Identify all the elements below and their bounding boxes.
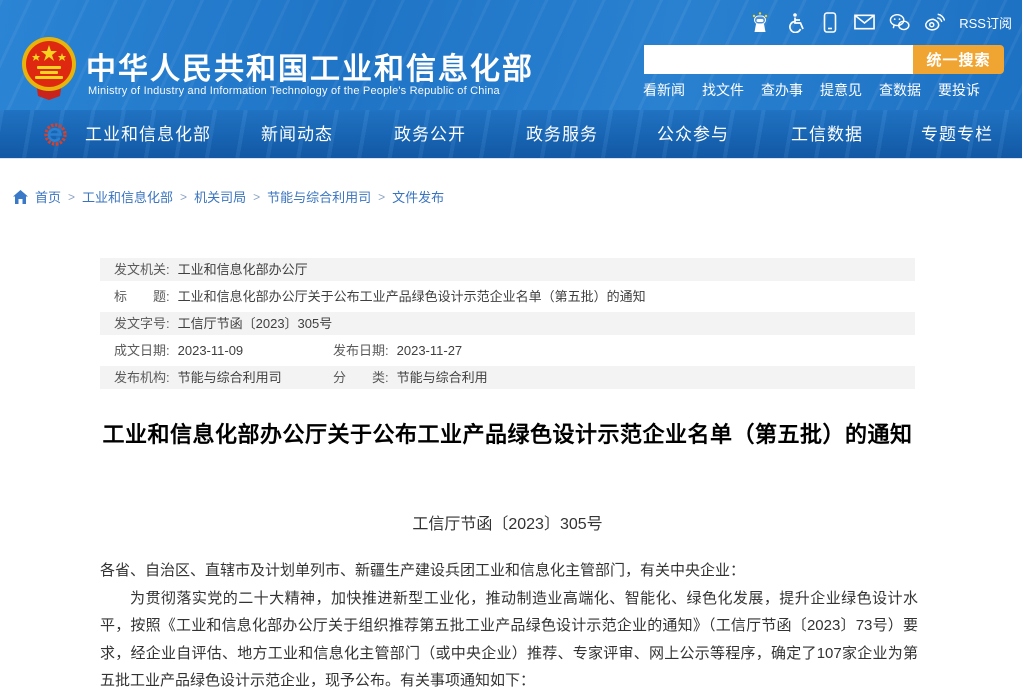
search-input[interactable] <box>644 45 913 74</box>
meta-label: 发文字号: <box>114 312 170 335</box>
meta-label: 发布机构: <box>114 366 170 389</box>
search-bar: 统一搜索 <box>644 45 1004 74</box>
quick-link-feedback[interactable]: 提意见 <box>820 80 862 100</box>
breadcrumb: 首页 > 工业和信息化部 > 机关司局 > 节能与综合利用司 > 文件发布 <box>13 187 444 206</box>
meta-value: 工信厅节函〔2023〕305号 <box>178 312 333 335</box>
nav-item-topics[interactable]: 专题专栏 <box>921 110 993 159</box>
nav-item-gov-service[interactable]: 政务服务 <box>526 110 598 159</box>
meta-value: 节能与综合利用司 <box>178 366 282 389</box>
quick-link-services[interactable]: 查办事 <box>761 80 803 100</box>
paragraph-intro: 为贯彻落实党的二十大精神，加快推进新型工业化，推动制造业高端化、智能化、绿色化发… <box>100 585 918 690</box>
nav-item-gov-info[interactable]: 政务公开 <box>394 110 466 159</box>
quick-link-news[interactable]: 看新闻 <box>643 80 685 100</box>
meta-value: 2023-11-27 <box>397 339 463 362</box>
breadcrumb-item-departments[interactable]: 机关司局 <box>194 187 246 206</box>
meta-row-issuing-office: 发文机关: 工业和信息化部办公厅 <box>100 258 915 281</box>
document-meta-table: 发文机关: 工业和信息化部办公厅 标 题: 工业和信息化部办公厅关于公布工业产品… <box>100 258 915 393</box>
breadcrumb-separator: > <box>180 190 187 204</box>
meta-label: 分 类: <box>333 366 389 389</box>
breadcrumb-item-ministry[interactable]: 工业和信息化部 <box>82 187 173 206</box>
weibo-icon[interactable] <box>924 12 945 33</box>
rss-subscribe-link[interactable]: RSS订阅 <box>959 13 1012 32</box>
paragraph-salutation: 各省、自治区、直辖市及计划单列市、新疆生产建设兵团工业和信息化主管部门，有关中央… <box>100 557 918 585</box>
mobile-icon[interactable] <box>820 12 841 33</box>
wechat-icon[interactable] <box>889 12 910 33</box>
document-number: 工信厅节函〔2023〕305号 <box>100 510 915 534</box>
meta-value: 工业和信息化部办公厅关于公布工业产品绿色设计示范企业名单（第五批）的通知 <box>178 285 646 308</box>
breadcrumb-separator: > <box>68 190 75 204</box>
document-body: 各省、自治区、直辖市及计划单列市、新疆生产建设兵团工业和信息化主管部门，有关中央… <box>100 557 918 690</box>
meta-row-title: 标 题: 工业和信息化部办公厅关于公布工业产品绿色设计示范企业名单（第五批）的通… <box>100 285 915 308</box>
meta-label: 标 题: <box>114 285 170 308</box>
meta-value: 工业和信息化部办公厅 <box>178 258 308 281</box>
quick-links: 看新闻 找文件 查办事 提意见 查数据 要投诉 <box>643 80 980 100</box>
meta-label: 发文机关: <box>114 258 170 281</box>
national-emblem-icon <box>20 36 78 100</box>
breadcrumb-item-file-release[interactable]: 文件发布 <box>392 187 444 206</box>
site-subtitle: Ministry of Industry and Information Tec… <box>88 85 500 97</box>
quick-link-data[interactable]: 查数据 <box>879 80 921 100</box>
mascot-icon[interactable] <box>750 12 771 33</box>
meta-label: 发布日期: <box>333 339 389 362</box>
breadcrumb-separator: > <box>378 190 385 204</box>
nav-item-data[interactable]: 工信数据 <box>791 110 863 159</box>
utility-bar: RSS订阅 <box>750 10 1012 34</box>
miit-logo-icon <box>44 123 67 146</box>
meta-label: 成文日期: <box>114 339 170 362</box>
nav-item-public[interactable]: 公众参与 <box>657 110 729 159</box>
breadcrumb-item-home[interactable]: 首页 <box>35 187 61 206</box>
page: 中华人民共和国工业和信息化部 Ministry of Industry and … <box>0 0 1022 690</box>
accessibility-icon[interactable] <box>785 12 806 33</box>
site-title: 中华人民共和国工业和信息化部 <box>86 44 534 88</box>
meta-value: 节能与综合利用 <box>397 366 488 389</box>
breadcrumb-item-energy-dept[interactable]: 节能与综合利用司 <box>267 187 371 206</box>
meta-row-dates: 成文日期: 2023-11-09 发布日期: 2023-11-27 <box>100 339 915 362</box>
meta-row-doc-number: 发文字号: 工信厅节函〔2023〕305号 <box>100 312 915 335</box>
meta-row-publisher: 发布机构: 节能与综合利用司 分 类: 节能与综合利用 <box>100 366 915 389</box>
home-icon[interactable] <box>13 190 28 204</box>
site-header: 中华人民共和国工业和信息化部 Ministry of Industry and … <box>0 0 1022 110</box>
meta-value: 2023-11-09 <box>178 339 244 362</box>
document-title: 工业和信息化部办公厅关于公布工业产品绿色设计示范企业名单（第五批）的通知 <box>100 420 915 450</box>
nav-item-ministry[interactable]: 工业和信息化部 <box>85 110 211 159</box>
search-button[interactable]: 统一搜索 <box>913 45 1004 74</box>
quick-link-complaint[interactable]: 要投诉 <box>938 80 980 100</box>
mail-icon[interactable] <box>854 12 875 33</box>
breadcrumb-separator: > <box>253 190 260 204</box>
quick-link-files[interactable]: 找文件 <box>702 80 744 100</box>
nav-item-news[interactable]: 新闻动态 <box>261 110 333 159</box>
main-nav: 工业和信息化部 新闻动态 政务公开 政务服务 公众参与 工信数据 专题专栏 <box>0 110 1022 159</box>
